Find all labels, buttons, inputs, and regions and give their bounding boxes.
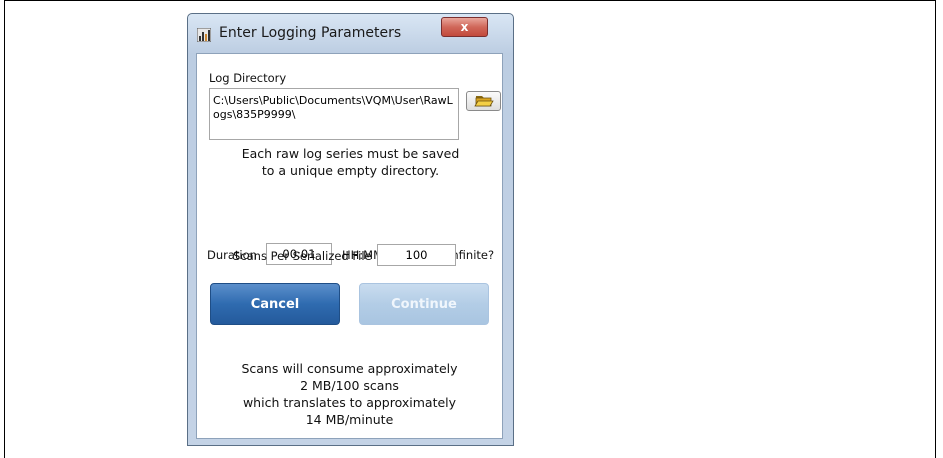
cancel-button[interactable]: Cancel [210,283,340,325]
estimate-line-4: 14 MB/minute [305,412,394,427]
dialog-body-overlay: Scans Per Serialized File 100 Cancel Con… [196,53,503,439]
estimate-line-1: Scans will consume approximately [241,361,458,376]
estimate-note: Scans will consume approximately 2 MB/10… [196,360,503,428]
estimate-line-2: 2 MB/100 scans [300,378,399,393]
window-title: Enter Logging Parameters [219,25,402,41]
app-chart-icon [196,27,212,43]
continue-button[interactable]: Continue [359,283,489,325]
estimate-line-3: which translates to approximately [242,395,457,410]
scans-per-file-label: Scans Per Serialized File [233,249,372,263]
title-bar[interactable]: Enter Logging Parameters x [188,14,513,48]
scans-per-file-input[interactable]: 100 [377,244,456,266]
close-icon: x [460,20,469,34]
close-button[interactable]: x [441,17,488,37]
